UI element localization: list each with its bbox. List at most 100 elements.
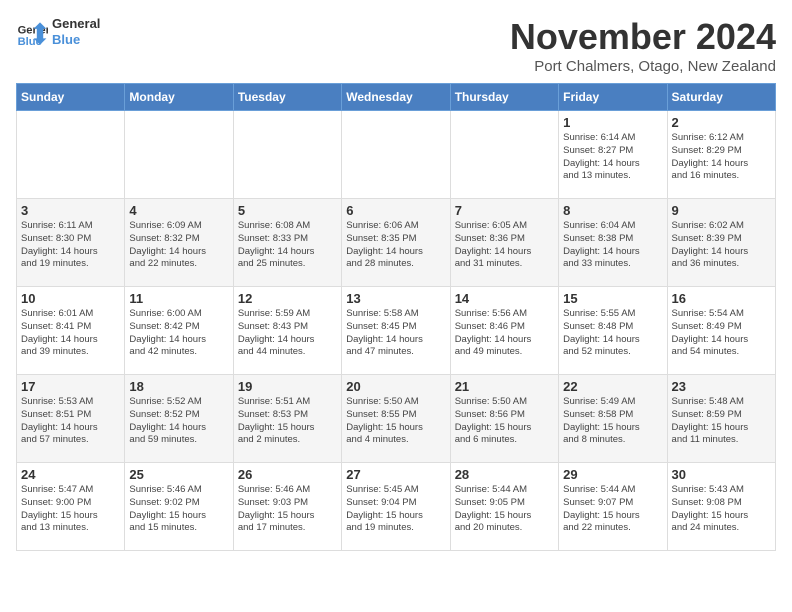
calendar-cell — [450, 111, 558, 199]
calendar-week-1: 1Sunrise: 6:14 AM Sunset: 8:27 PM Daylig… — [17, 111, 776, 199]
day-detail: Sunrise: 5:50 AM Sunset: 8:56 PM Dayligh… — [455, 396, 554, 447]
calendar-cell: 6 Sunrise: 6:06 AM Sunset: 8:35 PM Daylig… — [342, 199, 450, 287]
calendar-cell: 18Sunrise: 5:52 AM Sunset: 8:52 PM Dayli… — [125, 375, 233, 463]
day-detail: Sunrise: 5:50 AM Sunset: 8:55 PM Dayligh… — [346, 396, 445, 447]
calendar-week-2: 3 Sunrise: 6:11 AM Sunset: 8:30 PM Daylig… — [17, 199, 776, 287]
calendar-table: SundayMondayTuesdayWednesdayThursdayFrid… — [16, 83, 776, 551]
calendar-cell: 27 Sunrise: 5:45 AM Sunset: 9:04 PM Dayli… — [342, 463, 450, 551]
calendar-cell — [233, 111, 341, 199]
day-number: 24 — [21, 467, 120, 482]
calendar-cell — [125, 111, 233, 199]
day-detail: Sunrise: 5:44 AM Sunset: 9:07 PM Dayligh… — [563, 484, 662, 535]
month-title: November 2024 — [510, 16, 776, 58]
day-number: 9 — [672, 203, 771, 218]
day-detail: Sunrise: 5:46 AM Sunset: 9:03 PM Dayligh… — [238, 484, 337, 535]
day-detail: Sunrise: 5:44 AM Sunset: 9:05 PM Dayligh… — [455, 484, 554, 535]
calendar-cell: 10 Sunrise: 6:01 AM Sunset: 8:41 PM Dayli… — [17, 287, 125, 375]
day-detail: Sunrise: 5:54 AM Sunset: 8:49 PM Dayligh… — [672, 308, 771, 359]
day-detail: Sunrise: 6:06 AM Sunset: 8:35 PM Dayligh… — [346, 220, 445, 271]
calendar-cell: 30 Sunrise: 5:43 AM Sunset: 9:08 PM Dayli… — [667, 463, 775, 551]
day-detail: Sunrise: 5:49 AM Sunset: 8:58 PM Dayligh… — [563, 396, 662, 447]
day-detail: Sunrise: 6:01 AM Sunset: 8:41 PM Dayligh… — [21, 308, 120, 359]
calendar-cell: 1Sunrise: 6:14 AM Sunset: 8:27 PM Daylig… — [559, 111, 667, 199]
day-detail: Sunrise: 5:53 AM Sunset: 8:51 PM Dayligh… — [21, 396, 120, 447]
day-detail: Sunrise: 6:11 AM Sunset: 8:30 PM Dayligh… — [21, 220, 120, 271]
day-detail: Sunrise: 5:45 AM Sunset: 9:04 PM Dayligh… — [346, 484, 445, 535]
day-number: 3 — [21, 203, 120, 218]
day-number: 28 — [455, 467, 554, 482]
day-number: 5 — [238, 203, 337, 218]
calendar-week-4: 17 Sunrise: 5:53 AM Sunset: 8:51 PM Dayli… — [17, 375, 776, 463]
calendar-cell: 21 Sunrise: 5:50 AM Sunset: 8:56 PM Dayli… — [450, 375, 558, 463]
calendar-cell: 29 Sunrise: 5:44 AM Sunset: 9:07 PM Dayli… — [559, 463, 667, 551]
day-detail: Sunrise: 5:43 AM Sunset: 9:08 PM Dayligh… — [672, 484, 771, 535]
day-number: 30 — [672, 467, 771, 482]
header-day-saturday: Saturday — [667, 84, 775, 111]
day-number: 25 — [129, 467, 228, 482]
calendar-cell: 14 Sunrise: 5:56 AM Sunset: 8:46 PM Dayli… — [450, 287, 558, 375]
day-number: 22 — [563, 379, 662, 394]
day-detail: Sunrise: 5:48 AM Sunset: 8:59 PM Dayligh… — [672, 396, 771, 447]
day-number: 21 — [455, 379, 554, 394]
logo: General Blue General Blue — [16, 16, 100, 48]
calendar-week-5: 24Sunrise: 5:47 AM Sunset: 9:00 PM Dayli… — [17, 463, 776, 551]
calendar-cell: 3 Sunrise: 6:11 AM Sunset: 8:30 PM Daylig… — [17, 199, 125, 287]
header-day-sunday: Sunday — [17, 84, 125, 111]
day-number: 14 — [455, 291, 554, 306]
calendar-cell — [17, 111, 125, 199]
day-number: 6 — [346, 203, 445, 218]
day-detail: Sunrise: 6:04 AM Sunset: 8:38 PM Dayligh… — [563, 220, 662, 271]
calendar-cell: 2 Sunrise: 6:12 AM Sunset: 8:29 PM Daylig… — [667, 111, 775, 199]
calendar-cell: 15Sunrise: 5:55 AM Sunset: 8:48 PM Dayli… — [559, 287, 667, 375]
day-number: 29 — [563, 467, 662, 482]
day-number: 8 — [563, 203, 662, 218]
day-number: 23 — [672, 379, 771, 394]
day-number: 2 — [672, 115, 771, 130]
logo-text: General Blue — [52, 16, 100, 47]
day-detail: Sunrise: 6:02 AM Sunset: 8:39 PM Dayligh… — [672, 220, 771, 271]
header-day-friday: Friday — [559, 84, 667, 111]
header-day-tuesday: Tuesday — [233, 84, 341, 111]
day-number: 18 — [129, 379, 228, 394]
calendar-cell: 13 Sunrise: 5:58 AM Sunset: 8:45 PM Dayli… — [342, 287, 450, 375]
calendar-header-row: SundayMondayTuesdayWednesdayThursdayFrid… — [17, 84, 776, 111]
day-number: 4 — [129, 203, 228, 218]
day-detail: Sunrise: 5:51 AM Sunset: 8:53 PM Dayligh… — [238, 396, 337, 447]
day-detail: Sunrise: 5:58 AM Sunset: 8:45 PM Dayligh… — [346, 308, 445, 359]
day-number: 16 — [672, 291, 771, 306]
calendar-cell: 5Sunrise: 6:08 AM Sunset: 8:33 PM Daylig… — [233, 199, 341, 287]
calendar-cell: 28 Sunrise: 5:44 AM Sunset: 9:05 PM Dayli… — [450, 463, 558, 551]
logo-icon: General Blue — [16, 16, 48, 48]
calendar-cell — [342, 111, 450, 199]
day-number: 11 — [129, 291, 228, 306]
day-detail: Sunrise: 6:00 AM Sunset: 8:42 PM Dayligh… — [129, 308, 228, 359]
day-number: 26 — [238, 467, 337, 482]
location-title: Port Chalmers, Otago, New Zealand — [510, 58, 776, 75]
logo-line2: Blue — [52, 32, 100, 48]
day-number: 27 — [346, 467, 445, 482]
calendar-cell: 19 Sunrise: 5:51 AM Sunset: 8:53 PM Dayli… — [233, 375, 341, 463]
logo-line1: General — [52, 16, 100, 32]
header-day-thursday: Thursday — [450, 84, 558, 111]
calendar-cell: 26 Sunrise: 5:46 AM Sunset: 9:03 PM Dayli… — [233, 463, 341, 551]
calendar-cell: 17 Sunrise: 5:53 AM Sunset: 8:51 PM Dayli… — [17, 375, 125, 463]
day-detail: Sunrise: 5:46 AM Sunset: 9:02 PM Dayligh… — [129, 484, 228, 535]
calendar-cell: 20Sunrise: 5:50 AM Sunset: 8:55 PM Dayli… — [342, 375, 450, 463]
day-number: 17 — [21, 379, 120, 394]
title-area: November 2024 Port Chalmers, Otago, New … — [510, 16, 776, 75]
calendar-cell: 8 Sunrise: 6:04 AM Sunset: 8:38 PM Daylig… — [559, 199, 667, 287]
day-number: 15 — [563, 291, 662, 306]
day-number: 13 — [346, 291, 445, 306]
calendar-cell: 23 Sunrise: 5:48 AM Sunset: 8:59 PM Dayli… — [667, 375, 775, 463]
calendar-cell: 4 Sunrise: 6:09 AM Sunset: 8:32 PM Daylig… — [125, 199, 233, 287]
day-detail: Sunrise: 6:14 AM Sunset: 8:27 PM Dayligh… — [563, 132, 662, 183]
day-number: 19 — [238, 379, 337, 394]
calendar-week-3: 10 Sunrise: 6:01 AM Sunset: 8:41 PM Dayli… — [17, 287, 776, 375]
day-detail: Sunrise: 6:05 AM Sunset: 8:36 PM Dayligh… — [455, 220, 554, 271]
day-detail: Sunrise: 6:09 AM Sunset: 8:32 PM Dayligh… — [129, 220, 228, 271]
day-detail: Sunrise: 6:12 AM Sunset: 8:29 PM Dayligh… — [672, 132, 771, 183]
day-number: 10 — [21, 291, 120, 306]
calendar-cell: 22 Sunrise: 5:49 AM Sunset: 8:58 PM Dayli… — [559, 375, 667, 463]
day-detail: Sunrise: 5:56 AM Sunset: 8:46 PM Dayligh… — [455, 308, 554, 359]
day-number: 12 — [238, 291, 337, 306]
